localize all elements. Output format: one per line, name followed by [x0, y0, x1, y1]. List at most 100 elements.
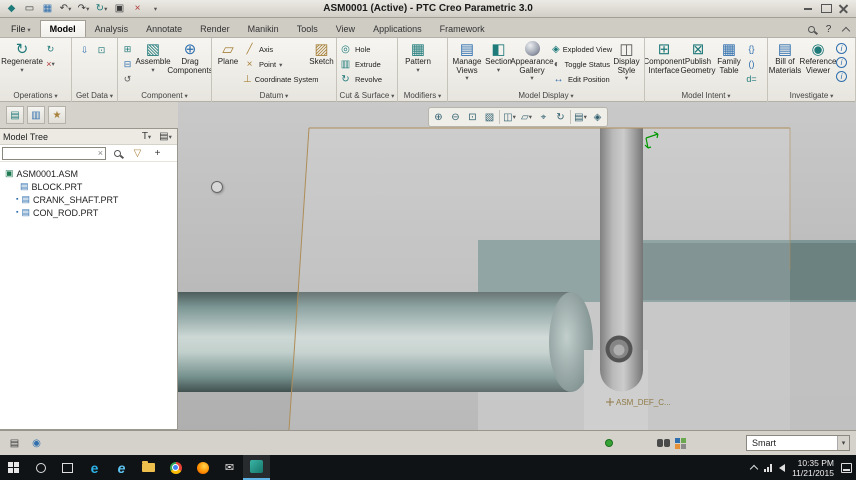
info-icon-3[interactable]: i — [836, 71, 847, 82]
annotation-display-icon[interactable]: ⌖ — [535, 109, 552, 125]
bill-of-materials-button[interactable]: ▤ Bill of Materials — [769, 40, 801, 75]
tab-model[interactable]: Model — [39, 20, 86, 37]
tree-item-crank-shaft[interactable]: ▪ ▤ CRANK_SHAFT.PRT — [0, 193, 177, 206]
sketch-button[interactable]: ▨ Sketch — [308, 40, 335, 67]
taskbar-app-firefox[interactable] — [189, 455, 216, 480]
saved-orientations-icon[interactable]: ▤ — [572, 109, 589, 125]
zoom-out-icon[interactable]: ⊖ — [447, 109, 464, 125]
group-label-component[interactable]: Component — [118, 90, 211, 102]
open-icon[interactable]: ▭ — [21, 1, 38, 16]
tree-show-icon[interactable]: ▤ — [157, 129, 174, 144]
section-button[interactable]: ◧ Section — [485, 40, 512, 75]
filter-icon[interactable]: ▽ — [129, 146, 146, 161]
plane-button[interactable]: ▱ Plane — [214, 40, 242, 67]
taskbar-app-explorer[interactable] — [135, 455, 162, 480]
selection-options-icon[interactable] — [675, 437, 680, 443]
tab-analysis[interactable]: Analysis — [86, 21, 138, 37]
tab-render[interactable]: Render — [191, 21, 239, 37]
action-center-icon[interactable] — [841, 462, 852, 473]
exploded-view-button[interactable]: ◈ Exploded View — [552, 42, 612, 57]
group-label-modifiers[interactable]: Modifiers — [398, 90, 447, 102]
manage-views-button[interactable]: ▤ Manage Views — [450, 40, 484, 84]
search-taskbar-button[interactable] — [27, 455, 54, 480]
selection-filter-dropdown[interactable]: Smart ▾ — [746, 435, 850, 451]
extrude-button[interactable]: ▥ Extrude — [339, 57, 382, 72]
model-3d-view[interactable]: ASM_DEF_C... — [178, 102, 856, 430]
display-style-button[interactable]: ◫ Display Style — [611, 40, 642, 84]
component-mini-icon-2[interactable]: ⊟ — [120, 57, 135, 71]
import-icon[interactable]: ⇩ — [77, 43, 92, 57]
point-button[interactable]: × Point — [243, 57, 307, 72]
find-in-model-icon[interactable] — [657, 439, 670, 447]
refit-icon[interactable]: ⊡ — [464, 109, 481, 125]
show-hidden-icons-chevron[interactable] — [749, 464, 759, 473]
csys-annotation[interactable]: ASM_DEF_C... — [606, 398, 671, 407]
publish-geometry-button[interactable]: ⊠ Publish Geometry — [680, 40, 715, 75]
window-switch-icon[interactable]: ▣ — [111, 1, 128, 16]
component-mini-icon-3[interactable]: ↺ — [120, 72, 135, 86]
taskbar-clock[interactable]: 10:35 PM 11/21/2015 — [792, 458, 834, 478]
spin-center-icon[interactable]: ↻ — [552, 109, 569, 125]
view-mode-icon[interactable]: ◈ — [589, 109, 606, 125]
toggle-navigator-icon[interactable]: ▤ — [6, 436, 23, 451]
tab-tools[interactable]: Tools — [288, 21, 327, 37]
help-icon[interactable]: ? — [820, 22, 837, 37]
group-label-investigate[interactable]: Investigate — [768, 90, 855, 102]
edit-position-button[interactable]: ↔ Edit Position — [552, 72, 610, 87]
undo-button[interactable]: ↶ — [57, 1, 74, 16]
group-label-model-intent[interactable]: Model Intent — [645, 90, 767, 102]
add-item-icon[interactable]: + — [149, 146, 166, 161]
datum-display-filters-icon[interactable]: ▱ — [518, 109, 535, 125]
revolve-button[interactable]: ↻ Revolve — [339, 72, 382, 87]
coordinate-system-button[interactable]: ⊥ Coordinate System — [243, 72, 319, 87]
component-mini-icon-1[interactable]: ⊞ — [120, 42, 135, 56]
navigator-model-tree-button[interactable]: ▤ — [6, 106, 24, 124]
axis-button[interactable]: ╱ Axis — [243, 42, 307, 57]
network-icon[interactable] — [764, 463, 773, 472]
tab-framework[interactable]: Framework — [431, 21, 494, 37]
taskbar-app-edge[interactable]: e — [81, 455, 108, 480]
command-search-icon[interactable] — [803, 22, 820, 37]
group-label-datum[interactable]: Datum — [212, 90, 336, 102]
web-browser-icon[interactable]: ◉ — [28, 436, 45, 451]
volume-icon[interactable] — [779, 463, 786, 472]
dimension-icon[interactable]: d= — [744, 72, 759, 86]
group-label-operations[interactable]: Operations — [0, 90, 71, 102]
task-view-button[interactable] — [54, 455, 81, 480]
file-menu-button[interactable]: File — [2, 21, 40, 37]
info-icon-2[interactable]: i — [836, 57, 847, 68]
tree-item-asm0001[interactable]: ▣ ASM0001.ASM — [0, 167, 177, 180]
group-label-model-display[interactable]: Model Display — [448, 90, 644, 102]
clear-search-icon[interactable]: × — [98, 148, 103, 158]
family-table-button[interactable]: ▦ Family Table — [715, 40, 743, 75]
tab-manikin[interactable]: Manikin — [239, 21, 288, 37]
drag-components-button[interactable]: ⊕ Drag Components — [167, 40, 211, 75]
delete-icon[interactable]: × — [43, 57, 58, 71]
minimize-button[interactable] — [799, 2, 817, 16]
regenerate-quick-icon[interactable]: ↻ — [93, 1, 110, 16]
group-label-cut-surface[interactable]: Cut & Surface — [337, 90, 397, 102]
braces-icon[interactable]: {} — [744, 42, 759, 56]
tab-view[interactable]: View — [327, 21, 364, 37]
auto-regenerate-icon[interactable]: ↻ — [43, 42, 58, 56]
repaint-icon[interactable]: ▧ — [481, 109, 498, 125]
close-model-icon[interactable]: × — [129, 1, 146, 16]
pattern-button[interactable]: ▦ Pattern — [400, 40, 436, 75]
tab-annotate[interactable]: Annotate — [137, 21, 191, 37]
assemble-button[interactable]: ▧ Assemble — [135, 40, 170, 75]
save-icon[interactable]: ▦ — [39, 1, 56, 16]
appearance-gallery-button[interactable]: Appearance Gallery — [510, 40, 554, 84]
taskbar-app-mail[interactable]: ✉ — [216, 455, 243, 480]
display-style-toolbar-icon[interactable]: ◫ — [501, 109, 518, 125]
hole-button[interactable]: ◎ Hole — [339, 42, 382, 57]
taskbar-app-creo[interactable] — [243, 455, 270, 480]
collapse-ribbon-icon[interactable] — [837, 22, 854, 37]
info-icon-1[interactable]: i — [836, 43, 847, 54]
parens-icon[interactable]: () — [744, 57, 759, 71]
maximize-button[interactable] — [817, 2, 835, 16]
copy-geometry-icon[interactable]: ⊡ — [94, 43, 109, 57]
toggle-status-button[interactable]: ◐ Toggle Status — [552, 57, 610, 72]
regenerate-button[interactable]: ↻ Regenerate — [1, 40, 43, 75]
zoom-in-icon[interactable]: ⊕ — [430, 109, 447, 125]
group-label-get-data[interactable]: Get Data — [72, 90, 117, 102]
